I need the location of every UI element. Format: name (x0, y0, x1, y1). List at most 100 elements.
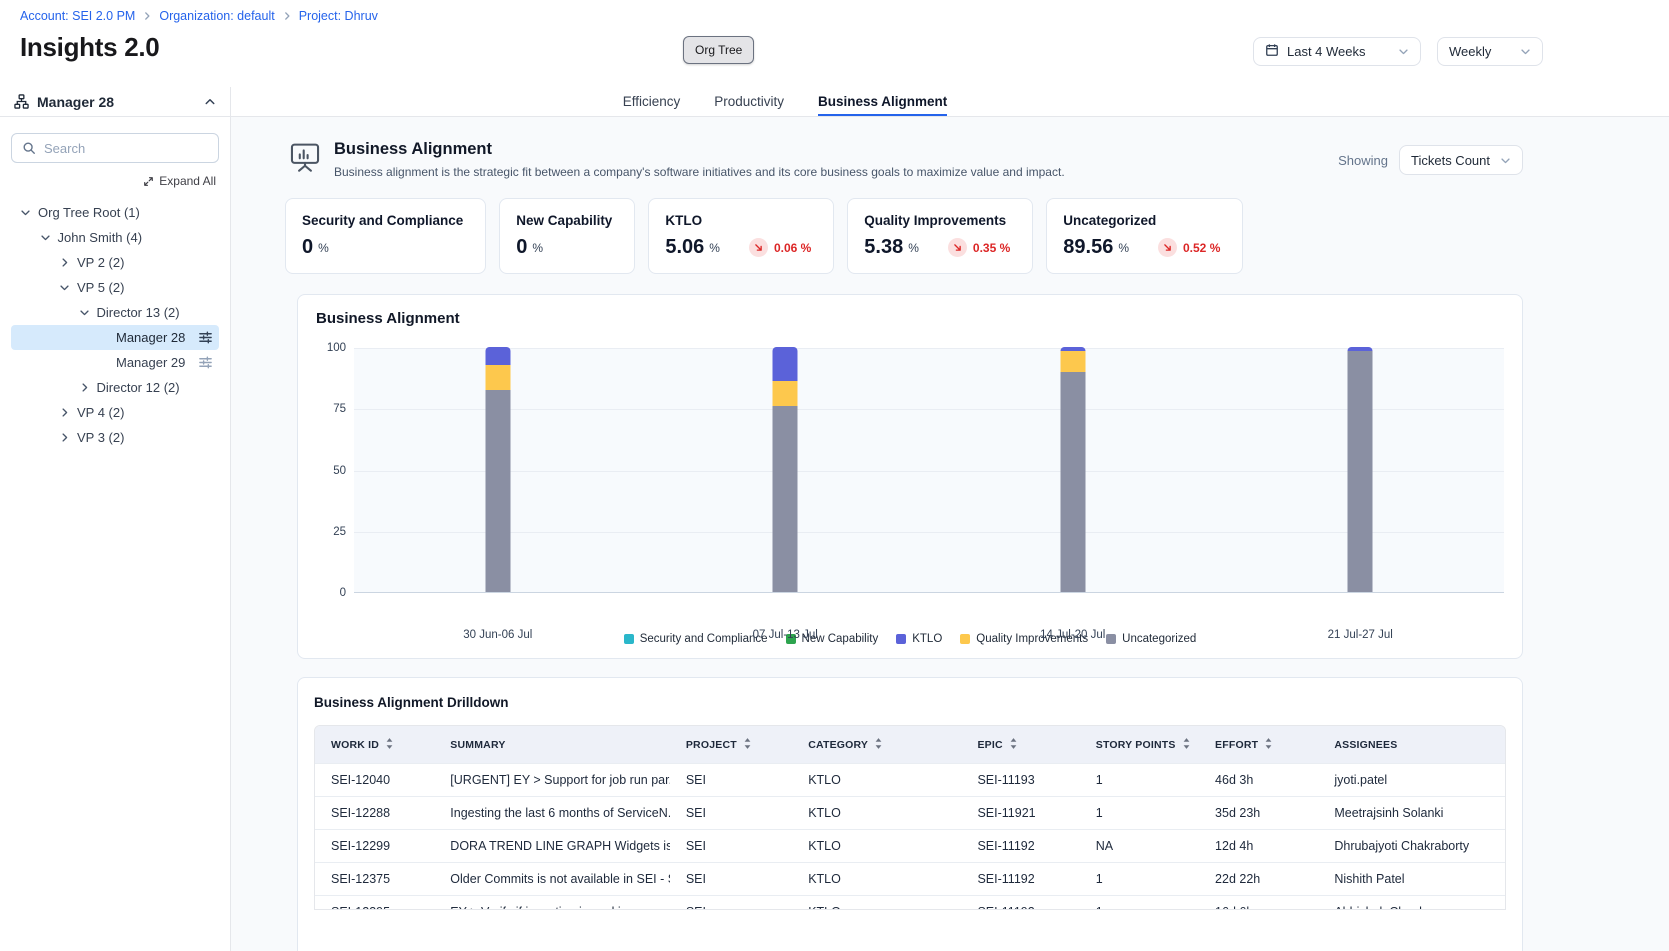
chevron-down-icon[interactable] (40, 232, 58, 243)
tree-item-label: Manager 28 (116, 330, 185, 345)
tab-productivity[interactable]: Productivity (714, 87, 784, 116)
column-header-category[interactable]: CATEGORY (792, 726, 961, 764)
kpi-card-row: Security and Compliance0%New Capability0… (285, 198, 1523, 274)
presentation-chart-icon (289, 142, 321, 172)
tree-item-label: VP 2 (2) (77, 255, 124, 270)
expand-all-button[interactable]: Expand All (0, 163, 230, 188)
tree-item-director-12-2[interactable]: Director 12 (2) (11, 375, 219, 400)
chevron-right-icon[interactable] (59, 432, 77, 443)
legend-item-ktlo[interactable]: KTLO (896, 633, 942, 645)
tab-efficiency[interactable]: Efficiency (623, 87, 681, 116)
cell-epic: SEI-11192 (961, 863, 1079, 896)
sidebar-search[interactable] (11, 133, 219, 163)
showing-select[interactable]: Tickets Count (1399, 145, 1523, 175)
chevron-right-icon[interactable] (59, 407, 77, 418)
org-tree: Org Tree Root (1) John Smith (4) VP 2 (2) V… (0, 200, 230, 450)
cell-work-id: SEI-12288 (315, 797, 434, 830)
table-row[interactable]: SEI-12395EY > Verify if ingestion is wor… (315, 896, 1505, 911)
tree-item-vp-4-2[interactable]: VP 4 (2) (11, 400, 219, 425)
breadcrumb-item-account[interactable]: Account: SEI 2.0 PM (20, 9, 135, 23)
kpi-delta-value: 0.52 % (1183, 241, 1220, 255)
tree-item-vp-5-2[interactable]: VP 5 (2) (11, 275, 219, 300)
chevron-down-icon[interactable] (79, 307, 97, 318)
tree-item-manager-29[interactable]: Manager 29 (11, 350, 219, 375)
kpi-value: 0 (302, 236, 313, 259)
cell-summary: Ingesting the last 6 months of ServiceN.… (434, 797, 670, 830)
sort-icon[interactable] (1182, 738, 1191, 749)
search-input[interactable] (44, 141, 208, 156)
kpi-unit: % (1118, 241, 1129, 255)
sort-icon[interactable] (385, 738, 394, 749)
column-header-work-id[interactable]: WORK ID (315, 726, 434, 764)
cell-project: SEI (670, 896, 792, 911)
breadcrumb-item-organization[interactable]: Organization: default (159, 9, 274, 23)
cell-assignees: Nishith Patel (1318, 863, 1505, 896)
cell-project: SEI (670, 797, 792, 830)
bar-07-jul-13-jul[interactable] (773, 347, 798, 592)
granularity-select[interactable]: Weekly (1437, 37, 1543, 66)
table-row[interactable]: SEI-12288Ingesting the last 6 months of … (315, 797, 1505, 830)
collapse-sidebar-icon[interactable] (204, 96, 216, 108)
bar-21-jul-27-jul[interactable] (1348, 347, 1373, 592)
legend-item-security-and-compliance[interactable]: Security and Compliance (624, 633, 768, 645)
org-tree-button[interactable]: Org Tree (683, 36, 754, 64)
column-header-label: PROJECT (686, 739, 737, 751)
breadcrumb-item-project[interactable]: Project: Dhruv (299, 9, 378, 23)
sort-icon[interactable] (874, 738, 883, 749)
chevron-down-icon[interactable] (59, 282, 77, 293)
bar-30-jun-06-jul[interactable] (485, 347, 510, 592)
gridline (354, 471, 1504, 472)
chevron-down-icon[interactable] (20, 207, 38, 218)
column-header-effort[interactable]: EFFORT (1199, 726, 1318, 764)
x-axis-label: 14 Jul-20 Jul (1040, 629, 1105, 641)
cell-story-points: NA (1080, 830, 1199, 863)
showing-label: Showing (1338, 153, 1388, 168)
cell-effort: 16d 6h (1199, 896, 1318, 911)
x-axis-label: 30 Jun-06 Jul (463, 629, 532, 641)
drilldown-table-wrapper: WORK IDSUMMARY PROJECT CATEGORY EPIC STORY P… (314, 725, 1506, 910)
date-range-select[interactable]: Last 4 Weeks (1253, 37, 1421, 66)
kpi-delta-badge: 0.06 % (749, 238, 811, 257)
tree-item-vp-2-2[interactable]: VP 2 (2) (11, 250, 219, 275)
cell-epic: SEI-11192 (961, 896, 1079, 911)
column-header-story-points[interactable]: STORY POINTS (1080, 726, 1199, 764)
bar-14-jul-20-jul[interactable] (1060, 347, 1085, 592)
kpi-value: 5.06 (665, 236, 704, 259)
tree-item-vp-3-2[interactable]: VP 3 (2) (11, 425, 219, 450)
chevron-right-icon[interactable] (59, 257, 77, 268)
content-area: Business Alignment Business alignment is… (231, 117, 1669, 951)
legend-label: Security and Compliance (640, 633, 768, 645)
cell-category: KTLO (792, 863, 961, 896)
cell-effort: 46d 3h (1199, 764, 1318, 797)
sliders-icon[interactable] (198, 355, 213, 370)
column-header-summary[interactable]: SUMMARY (434, 726, 670, 764)
sort-icon[interactable] (743, 738, 752, 749)
page-title: Insights 2.0 (20, 32, 159, 62)
kpi-unit: % (532, 241, 543, 255)
column-header-project[interactable]: PROJECT (670, 726, 792, 764)
tree-item-label: Org Tree Root (1) (38, 205, 140, 220)
tree-item-director-13-2[interactable]: Director 13 (2) (11, 300, 219, 325)
table-row[interactable]: SEI-12299DORA TREND LINE GRAPH Widgets i… (315, 830, 1505, 863)
kpi-unit: % (318, 241, 329, 255)
drilldown-title: Business Alignment Drilldown (314, 695, 1506, 710)
cell-summary: EY > Verify if ingestion is working as e… (434, 896, 670, 911)
tree-item-manager-28[interactable]: Manager 28 (11, 325, 219, 350)
column-header-epic[interactable]: EPIC (961, 726, 1079, 764)
chevron-right-icon[interactable] (79, 382, 97, 393)
kpi-delta-badge: 0.35 % (948, 238, 1010, 257)
tab-business-alignment[interactable]: Business Alignment (818, 87, 947, 116)
column-header-label: EPIC (977, 739, 1002, 751)
tree-item-org-tree-root-1[interactable]: Org Tree Root (1) (11, 200, 219, 225)
column-header-assignees[interactable]: ASSIGNEES (1318, 726, 1505, 764)
cell-story-points: 1 (1080, 863, 1199, 896)
tree-item-john-smith-4[interactable]: John Smith (4) (11, 225, 219, 250)
table-row[interactable]: SEI-12375Older Commits is not available … (315, 863, 1505, 896)
sliders-icon[interactable] (198, 330, 213, 345)
sort-icon[interactable] (1009, 738, 1018, 749)
legend-item-uncategorized[interactable]: Uncategorized (1106, 633, 1196, 645)
table-row[interactable]: SEI-12040[URGENT] EY > Support for job r… (315, 764, 1505, 797)
tree-item-label: John Smith (4) (58, 230, 143, 245)
cell-assignees: jyoti.patel (1318, 764, 1505, 797)
sort-icon[interactable] (1264, 738, 1273, 749)
